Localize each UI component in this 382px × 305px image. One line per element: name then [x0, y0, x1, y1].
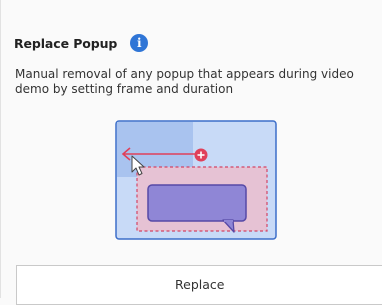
panel-header: Replace Popup i	[14, 34, 149, 52]
panel-description: Manual removal of any popup that appears…	[15, 67, 354, 96]
replace-button[interactable]: Replace	[16, 265, 382, 305]
panel-left-border	[0, 0, 1, 298]
panel-title: Replace Popup	[14, 35, 118, 51]
replace-popup-illustration	[115, 120, 277, 240]
info-icon[interactable]: i	[130, 34, 149, 52]
speech-bubble	[147, 184, 247, 222]
replace-button-label: Replace	[175, 277, 225, 292]
